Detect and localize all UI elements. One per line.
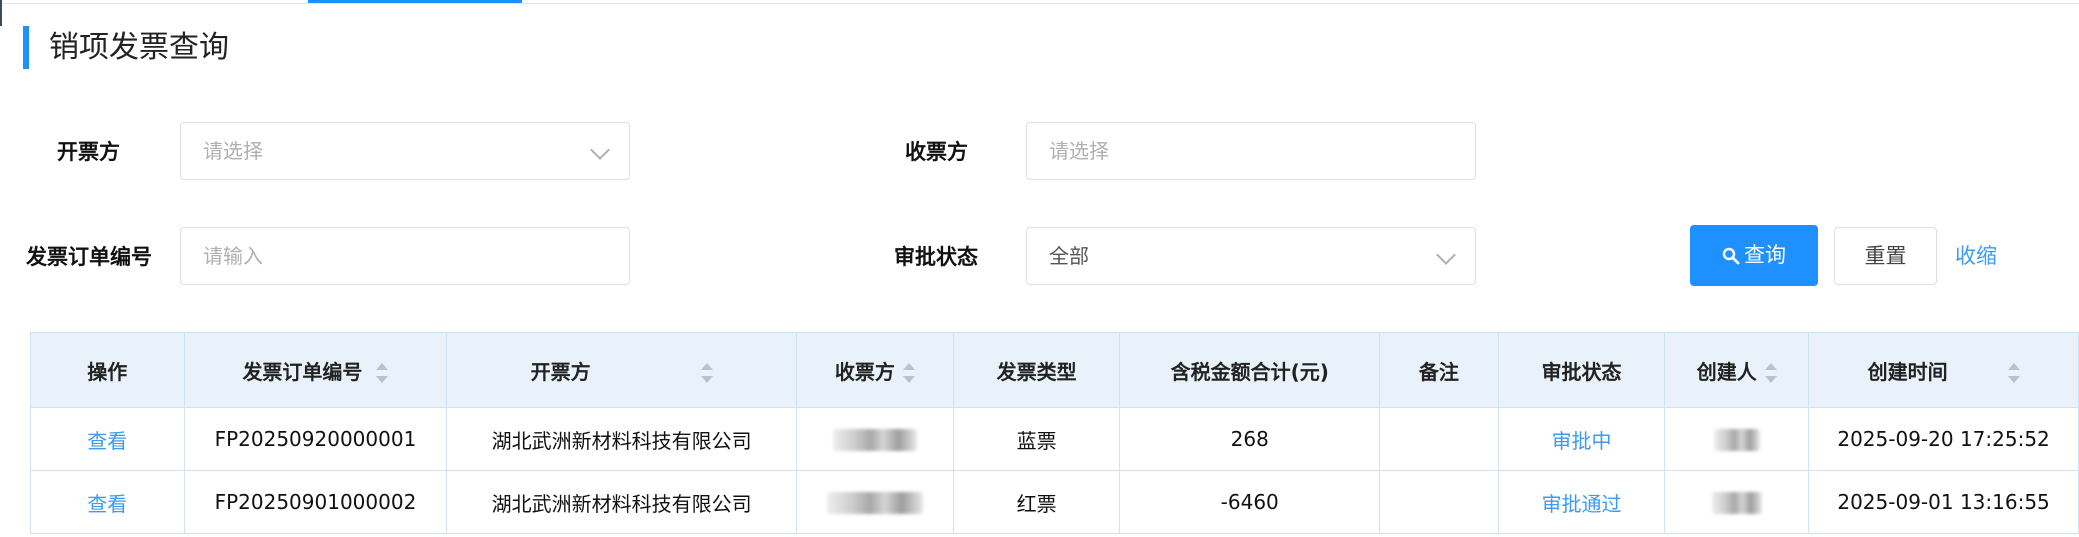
order-no-cell: FP20250920000001 — [183, 407, 448, 471]
status-link[interactable]: 审批通过 — [1542, 492, 1622, 516]
approval-status-label: 审批状态 — [894, 245, 978, 269]
reset-button[interactable]: 重置 — [1834, 227, 1937, 285]
column-header-remark: 备注 — [1379, 332, 1499, 408]
invoice-type-cell: 红票 — [952, 470, 1121, 534]
chevron-down-icon — [1436, 245, 1456, 265]
order-no-cell: FP20250901000002 — [183, 470, 448, 534]
issuer-placeholder: 请选择 — [203, 139, 263, 163]
amount-cell: 268 — [1119, 407, 1381, 471]
view-link[interactable]: 查看 — [87, 492, 127, 516]
approval-status-select[interactable]: 全部 — [1026, 227, 1476, 285]
column-header-order-no[interactable]: 发票订单编号 — [183, 332, 448, 408]
sidebar-edge — [0, 0, 2, 26]
table-row: 查看 FP20250901000002 湖北武洲新材料科技有限公司 红票 -64… — [30, 470, 2079, 534]
active-tab-indicator[interactable] — [308, 0, 522, 3]
query-button[interactable]: 查询 — [1690, 225, 1818, 286]
issuer-select[interactable]: 请选择 — [180, 122, 630, 180]
receiver-cell — [795, 470, 954, 534]
sort-icon[interactable] — [700, 363, 713, 383]
receiver-cell — [795, 407, 954, 471]
view-link[interactable]: 查看 — [87, 429, 127, 453]
remark-cell — [1379, 470, 1499, 534]
redacted-creator — [1713, 429, 1760, 452]
created-at-cell: 2025-09-01 13:16:55 — [1808, 470, 2079, 534]
table-row: 查看 FP20250920000001 湖北武洲新材料科技有限公司 蓝票 268… — [30, 407, 2079, 471]
sort-icon[interactable] — [2007, 363, 2020, 383]
status-link[interactable]: 审批中 — [1552, 429, 1612, 453]
column-header-created-at[interactable]: 创建时间 — [1808, 332, 2079, 408]
invoice-table: 操作 发票订单编号 开票方 收票方 发票类型 含税金额合计(元) 备注 审批状态… — [30, 332, 2079, 534]
issuer-cell: 湖北武洲新材料科技有限公司 — [446, 470, 797, 534]
sort-icon[interactable] — [902, 363, 915, 383]
collapse-link[interactable]: 收缩 — [1955, 227, 1997, 285]
column-header-creator[interactable]: 创建人 — [1664, 332, 1810, 408]
column-header-action: 操作 — [30, 332, 185, 408]
top-tab-bar — [0, 0, 2079, 26]
issuer-label: 开票方 — [57, 140, 120, 164]
order-no-input[interactable]: 请输入 — [180, 227, 630, 285]
redacted-receiver — [826, 492, 923, 515]
sort-icon[interactable] — [376, 363, 389, 383]
chevron-down-icon — [590, 140, 610, 160]
order-no-label: 发票订单编号 — [26, 245, 152, 269]
page-title: 销项发票查询 — [23, 26, 229, 69]
creator-cell — [1664, 407, 1810, 471]
redacted-receiver — [832, 429, 917, 452]
search-icon — [1722, 247, 1740, 265]
receiver-select[interactable]: 请选择 — [1026, 122, 1476, 180]
created-at-cell: 2025-09-20 17:25:52 — [1808, 407, 2079, 471]
column-header-status: 审批状态 — [1497, 332, 1666, 408]
issuer-cell: 湖北武洲新材料科技有限公司 — [446, 407, 797, 471]
column-header-invoice-type: 发票类型 — [952, 332, 1121, 408]
table-header-row: 操作 发票订单编号 开票方 收票方 发票类型 含税金额合计(元) 备注 审批状态… — [30, 332, 2079, 408]
receiver-placeholder: 请选择 — [1049, 139, 1109, 163]
receiver-label: 收票方 — [905, 140, 968, 164]
sort-icon[interactable] — [1764, 363, 1777, 383]
column-header-issuer[interactable]: 开票方 — [446, 332, 797, 408]
amount-cell: -6460 — [1119, 470, 1381, 534]
creator-cell — [1664, 470, 1810, 534]
approval-status-value: 全部 — [1049, 244, 1089, 268]
order-no-placeholder: 请输入 — [203, 244, 263, 268]
invoice-type-cell: 蓝票 — [952, 407, 1121, 471]
redacted-creator — [1711, 492, 1762, 515]
query-button-label: 查询 — [1744, 243, 1786, 267]
column-header-amount: 含税金额合计(元) — [1119, 332, 1381, 408]
remark-cell — [1379, 407, 1499, 471]
column-header-receiver[interactable]: 收票方 — [795, 332, 954, 408]
